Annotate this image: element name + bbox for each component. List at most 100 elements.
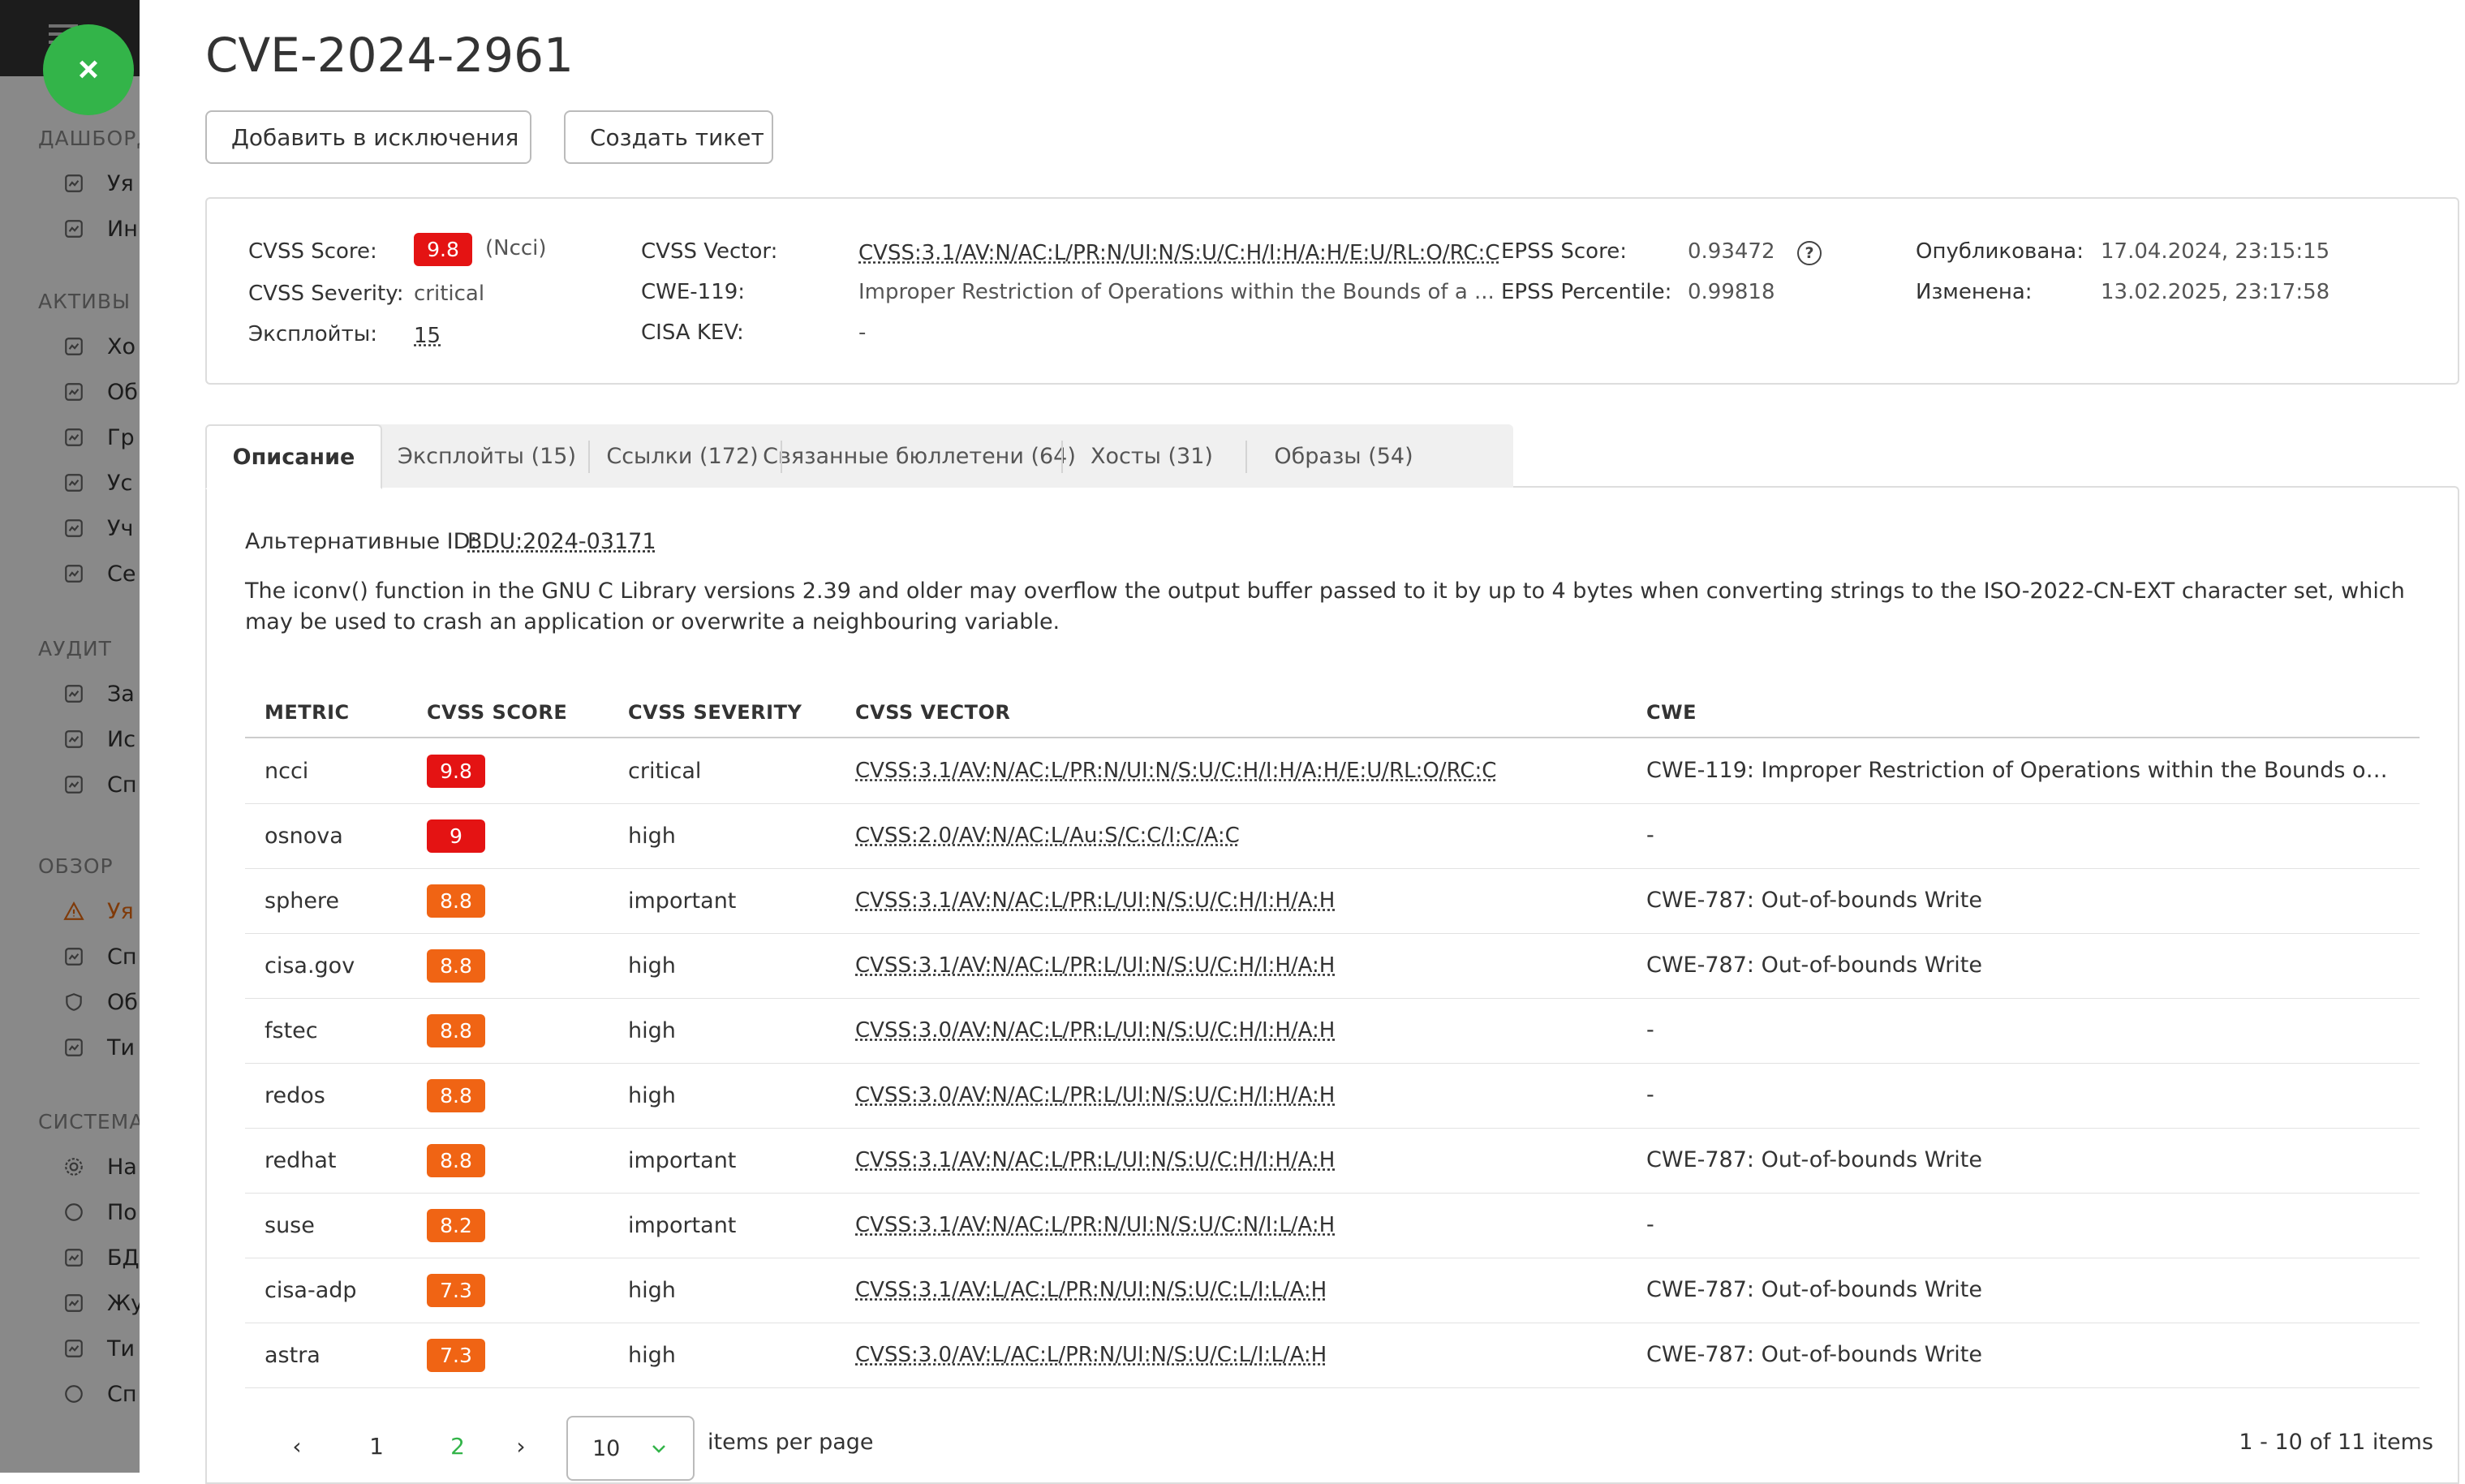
column-header[interactable]: CWE [1646, 701, 1697, 724]
add-exception-button[interactable]: Добавить в исключения [205, 110, 531, 164]
epss-score-label: EPSS Score: [1501, 239, 1627, 264]
vector-link[interactable]: CVSS:3.0/AV:L/AC:L/PR:N/UI:N/S:U/C:L/I:L… [855, 1323, 1327, 1387]
severity-cell: important [628, 1147, 737, 1173]
column-header[interactable]: CVSS VECTOR [855, 701, 1010, 724]
cwe-value: Improper Restriction of Operations withi… [858, 280, 1495, 304]
pagination-info: 1 - 10 of 11 items [2239, 1430, 2433, 1455]
metric-cell: suse [265, 1212, 315, 1238]
severity-cell: high [628, 823, 676, 849]
description-text: The iconv() function in the GNU C Librar… [245, 579, 2405, 634]
alt-id-link[interactable]: BDU:2024-03171 [467, 529, 656, 554]
create-ticket-button[interactable]: Создать тикет [564, 110, 773, 164]
vector-link[interactable]: CVSS:3.0/AV:N/AC:L/PR:L/UI:N/S:U/C:H/I:H… [855, 998, 1335, 1063]
vector-link[interactable]: CVSS:3.1/AV:N/AC:L/PR:L/UI:N/S:U/C:H/I:H… [855, 868, 1335, 933]
table-row: sphere 8.8 important CVSS:3.1/AV:N/AC:L/PR:… [245, 868, 2420, 934]
score-cell: 8.8 [427, 868, 485, 933]
published-label: Опубликована: [1916, 239, 2084, 264]
page-title: CVE-2024-2961 [205, 28, 574, 83]
score-cell: 8.8 [427, 933, 485, 998]
score-badge: 9.8 [427, 754, 485, 788]
score-badge: 8.8 [427, 1143, 485, 1177]
cvss-score-source: (Ncci) [485, 236, 547, 260]
table-row: suse 8.2 important CVSS:3.1/AV:N/AC:L/PR:N/… [245, 1193, 2420, 1258]
items-per-page-label: items per page [708, 1430, 874, 1455]
cwe-cell: CWE-787: Out-of-bounds Write [1646, 1277, 1983, 1302]
score-cell: 8.8 [427, 998, 485, 1063]
tab-2[interactable]: Ссылки (172) [595, 424, 770, 488]
table-row: fstec 8.8 high CVSS:3.0/AV:N/AC:L/PR:L/UI:N… [245, 998, 2420, 1064]
score-badge: 8.8 [427, 1078, 485, 1112]
cisa-kev-value: - [858, 320, 867, 345]
metric-cell: sphere [265, 888, 340, 914]
column-header[interactable]: CVSS SCORE [427, 701, 567, 724]
metric-cell: redhat [265, 1147, 337, 1173]
modified-value: 13.02.2025, 23:17:58 [2101, 280, 2330, 304]
metric-cell: redos [265, 1082, 325, 1108]
exploits-count-link[interactable]: 15 [414, 324, 441, 348]
cwe-cell: CWE-787: Out-of-bounds Write [1646, 1147, 1983, 1172]
vector-link[interactable]: CVSS:3.0/AV:N/AC:L/PR:L/UI:N/S:U/C:H/I:H… [855, 1063, 1335, 1128]
column-header[interactable]: METRIC [265, 701, 350, 724]
chevron-down-icon [652, 1445, 665, 1453]
tab-1[interactable]: Эксплойты (15) [394, 424, 580, 488]
tab-5[interactable]: Образы (54) [1252, 424, 1435, 488]
vector-link[interactable]: CVSS:3.1/AV:N/AC:L/PR:N/UI:N/S:U/C:N/I:L… [855, 1193, 1335, 1258]
vector-link[interactable]: CVSS:3.1/AV:N/AC:L/PR:N/UI:N/S:U/C:H/I:H… [855, 738, 1496, 803]
cvss-vector-label: CVSS Vector: [641, 239, 778, 264]
score-badge: 8.2 [427, 1208, 485, 1242]
tab-separator [1245, 441, 1247, 473]
tab-separator [588, 441, 590, 473]
cwe-cell: CWE-787: Out-of-bounds Write [1646, 1342, 1983, 1367]
items-per-page-value: 10 [592, 1435, 621, 1461]
prev-page-icon[interactable]: ‹ [281, 1428, 313, 1464]
table-row: osnova 9 high CVSS:2.0/AV:N/AC:L/Au:S/C:C/I… [245, 803, 2420, 869]
table-row: cisa-adp 7.3 high CVSS:3.1/AV:L/AC:L/PR:N/U… [245, 1258, 2420, 1323]
alt-id-label: Альтернативные ID: [245, 529, 478, 554]
cve-details-drawer: CVE-2024-2961 Добавить в исключения Созд… [140, 0, 2465, 1484]
severity-cell: high [628, 953, 676, 979]
cwe-cell: - [1646, 823, 1654, 848]
close-button[interactable]: × [43, 24, 134, 115]
help-icon[interactable]: ? [1797, 241, 1822, 265]
epss-percentile-value: 0.99818 [1688, 280, 1775, 304]
score-badge: 8.8 [427, 884, 485, 918]
table-row: astra 7.3 high CVSS:3.0/AV:L/AC:L/PR:N/UI:N… [245, 1323, 2420, 1388]
modal-overlay[interactable] [0, 0, 146, 1473]
page-button-1[interactable]: 1 [360, 1428, 393, 1464]
tab-4[interactable]: Хосты (31) [1068, 424, 1236, 488]
severity-cell: important [628, 888, 737, 914]
cwe-cell: - [1646, 1017, 1654, 1043]
column-header[interactable]: CVSS SEVERITY [628, 701, 802, 724]
score-badge: 8.8 [427, 948, 485, 983]
items-per-page-select[interactable]: 10 [566, 1416, 695, 1481]
tab-3[interactable]: Связанные бюллетени (64) [763, 424, 1076, 488]
score-cell: 9.8 [427, 738, 485, 803]
cvss-vector-link[interactable]: CVSS:3.1/AV:N/AC:L/PR:N/UI:N/S:U/C:H/I:H… [858, 241, 1499, 265]
metric-cell: cisa-adp [265, 1277, 357, 1303]
close-icon: × [78, 49, 99, 89]
vector-link[interactable]: CVSS:3.1/AV:N/AC:L/PR:L/UI:N/S:U/C:H/I:H… [855, 1128, 1335, 1193]
next-page-icon[interactable]: › [505, 1428, 537, 1464]
cisa-kev-label: CISA KEV: [641, 320, 744, 345]
score-badge: 7.3 [427, 1273, 485, 1307]
vector-link[interactable]: CVSS:3.1/AV:N/AC:L/PR:L/UI:N/S:U/C:H/I:H… [855, 933, 1335, 998]
vector-link[interactable]: CVSS:2.0/AV:N/AC:L/Au:S/C:C/I:C/A:C [855, 803, 1240, 868]
score-badge: 9 [427, 819, 485, 853]
severity-cell: critical [628, 758, 702, 784]
severity-cell: high [628, 1082, 676, 1108]
cwe-label: CWE-119: [641, 280, 746, 304]
cvss-score-badge: 9.8 [414, 233, 472, 266]
cwe-cell: - [1646, 1212, 1654, 1237]
score-badge: 7.3 [427, 1338, 485, 1372]
vector-link[interactable]: CVSS:3.1/AV:L/AC:L/PR:N/UI:N/S:U/C:L/I:L… [855, 1258, 1327, 1323]
cvss-score-label: CVSS Score: [248, 239, 377, 264]
epss-percentile-label: EPSS Percentile: [1501, 280, 1672, 304]
metric-cell: ncci [265, 758, 309, 784]
summary-card: CVSS Score: 9.8 (Ncci) CVSS Severity: cr… [205, 197, 2459, 385]
page-button-2[interactable]: 2 [441, 1428, 474, 1464]
score-cell: 8.8 [427, 1128, 485, 1193]
tab-0[interactable]: Описание [205, 424, 382, 489]
published-value: 17.04.2024, 23:15:15 [2101, 239, 2330, 264]
table-header: METRIC CVSS SCORE CVSS SEVERITY CVSS VECTOR… [245, 682, 2420, 738]
table-row: cisa.gov 8.8 high CVSS:3.1/AV:N/AC:L/PR:L/U… [245, 933, 2420, 999]
